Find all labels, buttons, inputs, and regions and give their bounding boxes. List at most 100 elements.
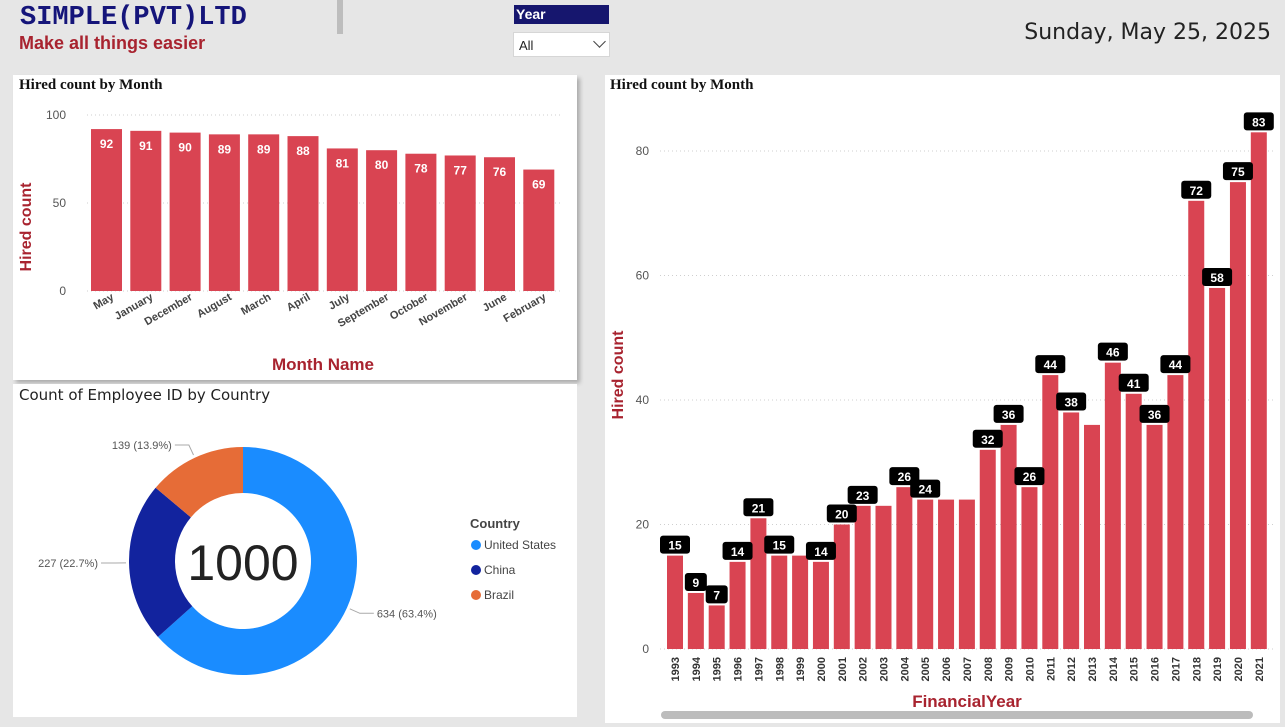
year-chart-panel[interactable]: Hired count by Month 0 20 40 60 80 15 9 7 14 21 1… bbox=[605, 75, 1280, 723]
header-divider bbox=[337, 0, 343, 34]
year-chart-xlabel: FinancialYear bbox=[912, 692, 1022, 711]
legend-title: Country bbox=[470, 516, 521, 531]
chevron-down-icon[interactable] bbox=[593, 35, 606, 48]
bar[interactable] bbox=[1188, 200, 1205, 650]
bar[interactable] bbox=[169, 132, 201, 291]
x-tick-label: 2000 bbox=[816, 657, 828, 681]
bar[interactable] bbox=[750, 518, 767, 649]
x-tick-label: 2017 bbox=[1170, 657, 1182, 681]
legend-label[interactable]: China bbox=[484, 563, 516, 577]
company-tagline: Make all things easier bbox=[19, 33, 206, 53]
year-slicer-dropdown[interactable]: All bbox=[513, 32, 610, 57]
bar-value-label: 26 bbox=[898, 470, 912, 484]
bar-value-label: 88 bbox=[296, 144, 310, 158]
bar[interactable] bbox=[1104, 362, 1121, 649]
x-tick-label: 2013 bbox=[1087, 657, 1099, 681]
x-tick-label: 2020 bbox=[1233, 657, 1245, 681]
x-tick-label: 2018 bbox=[1191, 657, 1203, 681]
bar[interactable] bbox=[1229, 182, 1246, 649]
x-tick-label: 2005 bbox=[920, 657, 932, 681]
bar[interactable] bbox=[287, 136, 319, 291]
x-tick-label: 2012 bbox=[1066, 657, 1078, 681]
bar[interactable] bbox=[1042, 375, 1059, 649]
bar-value-label: 44 bbox=[1044, 358, 1058, 372]
bar[interactable] bbox=[687, 592, 704, 649]
x-tick-label: April bbox=[285, 291, 313, 314]
bar[interactable] bbox=[875, 505, 892, 649]
bar[interactable] bbox=[1063, 412, 1080, 649]
legend-label[interactable]: Brazil bbox=[484, 588, 514, 602]
bar[interactable] bbox=[917, 499, 934, 649]
bar-value-label: 38 bbox=[1064, 395, 1078, 409]
x-tick-label: March bbox=[239, 291, 273, 318]
bar[interactable] bbox=[771, 555, 788, 649]
bar[interactable] bbox=[1250, 132, 1267, 649]
bar[interactable] bbox=[1125, 393, 1142, 649]
bar-value-label: 89 bbox=[218, 142, 232, 156]
bar-value-label: 7 bbox=[713, 588, 720, 602]
legend-marker bbox=[471, 540, 481, 550]
x-tick-label: 2015 bbox=[1129, 657, 1141, 681]
y-tick-label: 60 bbox=[636, 269, 650, 283]
bar-value-label: 92 bbox=[100, 137, 114, 151]
bar[interactable] bbox=[130, 130, 162, 291]
bar[interactable] bbox=[1021, 487, 1038, 649]
bar[interactable] bbox=[1000, 424, 1017, 649]
bar-value-label: 81 bbox=[336, 156, 350, 170]
y-tick-label: 100 bbox=[46, 108, 66, 122]
bar-value-label: 72 bbox=[1190, 184, 1204, 198]
bar-value-label: 91 bbox=[139, 139, 153, 153]
x-tick-label: 2003 bbox=[879, 657, 891, 681]
y-tick-label: 80 bbox=[636, 144, 650, 158]
country-chart-panel[interactable]: Count of Employee ID by Country 634 (63.… bbox=[13, 384, 577, 717]
x-tick-label: 1993 bbox=[670, 657, 682, 681]
year-chart-ylabel: Hired count bbox=[610, 330, 627, 420]
bar-value-label: 89 bbox=[257, 142, 271, 156]
bar-value-label: 58 bbox=[1210, 271, 1224, 285]
x-tick-label: 2006 bbox=[941, 657, 953, 681]
bar[interactable] bbox=[979, 449, 996, 649]
bar-value-label: 41 bbox=[1127, 377, 1141, 391]
y-tick-label: 40 bbox=[636, 393, 650, 407]
x-tick-label: June bbox=[481, 291, 509, 314]
bar-value-label: 21 bbox=[752, 501, 766, 515]
x-tick-label: 2007 bbox=[962, 657, 974, 681]
x-tick-label: 2002 bbox=[858, 657, 870, 681]
bar[interactable] bbox=[1209, 287, 1226, 649]
bar[interactable] bbox=[854, 505, 871, 649]
bar-value-label: 15 bbox=[668, 539, 682, 553]
bar-value-label: 14 bbox=[814, 545, 828, 559]
bar[interactable] bbox=[208, 134, 240, 291]
month-chart-xlabel: Month Name bbox=[272, 355, 374, 374]
bar[interactable] bbox=[792, 555, 809, 649]
bar[interactable] bbox=[91, 129, 122, 291]
x-tick-label: 2001 bbox=[837, 657, 849, 681]
bar[interactable] bbox=[708, 605, 725, 649]
bar[interactable] bbox=[667, 555, 683, 649]
bar[interactable] bbox=[812, 561, 829, 649]
month-chart-panel[interactable]: Hired count by Month 0 50 100 92 91 90 89 89 88… bbox=[13, 75, 577, 380]
bar[interactable] bbox=[1146, 424, 1163, 649]
year-chart: 0 20 40 60 80 15 97 14 21 15 14 20 23 26 24 32 36 26 44 38… bbox=[610, 112, 1274, 711]
year-chart-scrollbar[interactable] bbox=[661, 711, 1253, 719]
legend-label[interactable]: United States bbox=[484, 538, 556, 552]
bar[interactable] bbox=[896, 487, 913, 649]
y-tick-label: 0 bbox=[59, 284, 66, 298]
bar[interactable] bbox=[1084, 424, 1100, 649]
bar-value-label: 24 bbox=[919, 483, 933, 497]
bar-value-label: 32 bbox=[981, 433, 995, 447]
x-tick-label: 1994 bbox=[691, 656, 703, 681]
donut-center-total: 1000 bbox=[187, 535, 298, 591]
legend-marker bbox=[471, 565, 481, 575]
legend-marker bbox=[471, 590, 481, 600]
bar[interactable] bbox=[729, 561, 746, 649]
x-tick-label: 1997 bbox=[753, 657, 765, 681]
x-tick-label: 2009 bbox=[1004, 657, 1016, 681]
bar[interactable] bbox=[938, 499, 955, 649]
year-slicer-value: All bbox=[519, 38, 534, 53]
bar[interactable] bbox=[958, 499, 975, 649]
bar[interactable] bbox=[833, 524, 850, 650]
x-tick-label: 2004 bbox=[899, 656, 911, 681]
bar[interactable] bbox=[248, 134, 280, 291]
bar[interactable] bbox=[1167, 375, 1184, 649]
